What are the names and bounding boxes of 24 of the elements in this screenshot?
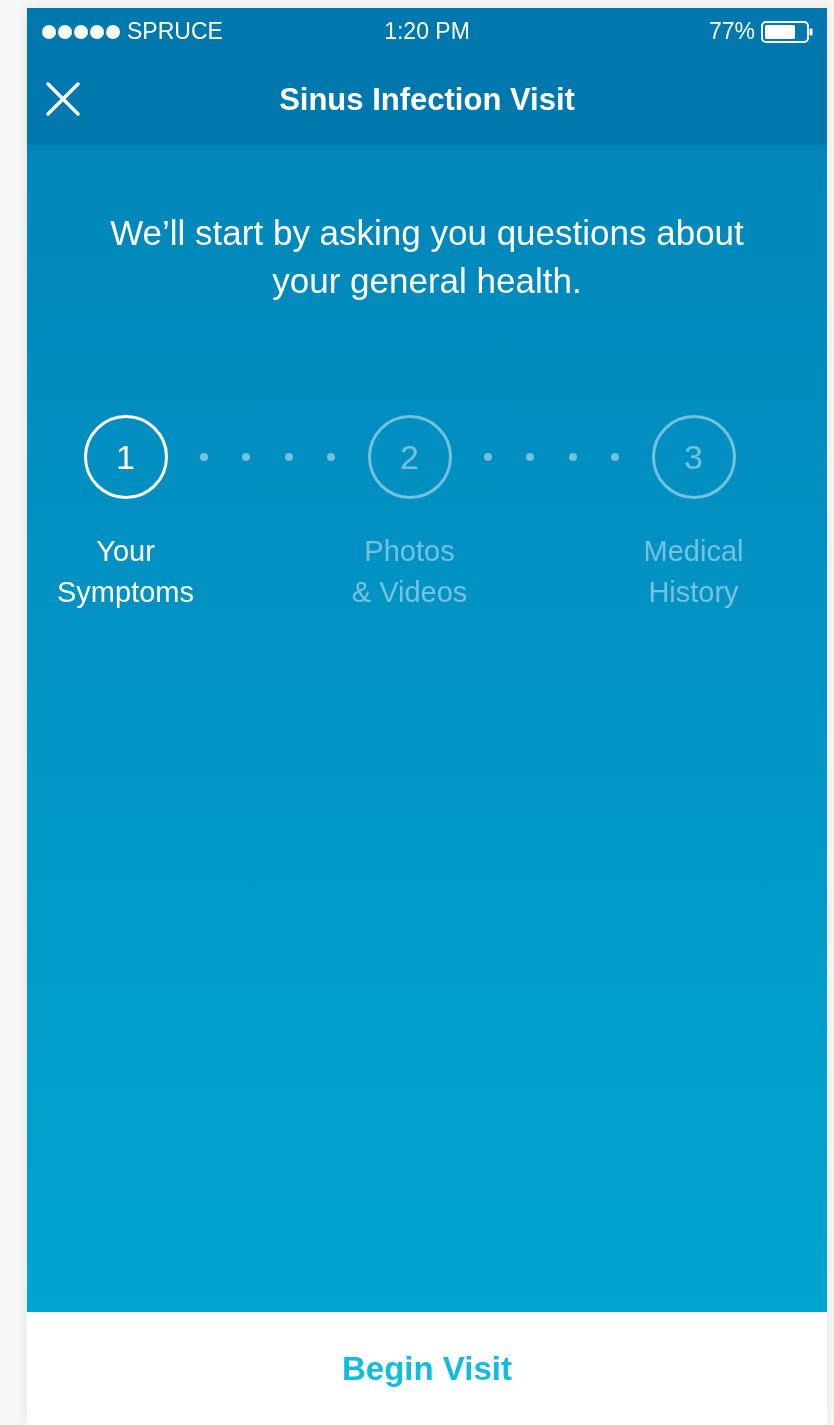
- begin-visit-button[interactable]: Begin Visit: [326, 1341, 528, 1396]
- dot-icon: [199, 453, 208, 461]
- step-label: Photos & Videos: [351, 534, 468, 610]
- dot-icon: [526, 453, 535, 461]
- screen-title: Sinus Infection Visit: [279, 82, 575, 118]
- dot-icon: [327, 453, 336, 461]
- battery-percent: 77%: [708, 18, 755, 45]
- intro-text: We’ll start by asking you questions about your general health.: [109, 212, 745, 302]
- step-label: Your Symptoms: [57, 534, 194, 610]
- battery-icon: [761, 20, 813, 43]
- close-icon: [45, 81, 81, 117]
- dot-icon: [568, 453, 577, 461]
- step-circle[interactable]: 2: [367, 415, 452, 499]
- step-circle[interactable]: 1: [83, 415, 168, 499]
- dot-icon: [242, 453, 251, 461]
- dot-icon: [284, 453, 293, 461]
- signal-icon: [41, 23, 121, 40]
- close-button[interactable]: [45, 81, 81, 117]
- dot-icon: [611, 453, 620, 461]
- status-time: 1:20 PM: [384, 18, 470, 45]
- carrier-name: SPRUCE: [127, 18, 223, 45]
- step-label: Medical History: [643, 534, 744, 610]
- step-circle[interactable]: 3: [651, 415, 736, 499]
- dot-icon: [483, 453, 492, 461]
